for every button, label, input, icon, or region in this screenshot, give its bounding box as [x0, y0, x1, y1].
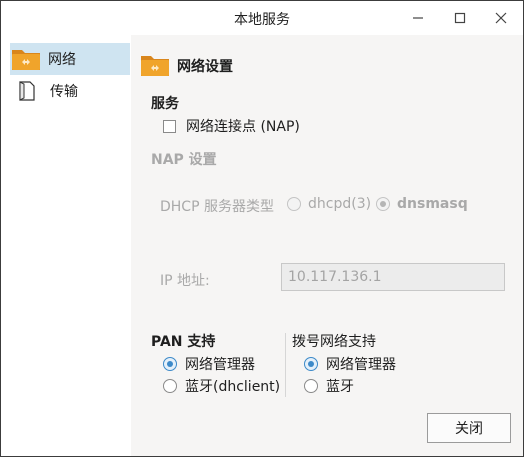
close-icon	[495, 12, 507, 24]
pan-network-manager-label: 网络管理器	[185, 357, 255, 373]
page-title: 网络设置	[177, 59, 233, 75]
document-icon	[19, 81, 35, 101]
maximize-button[interactable]	[445, 4, 475, 32]
minimize-icon	[413, 17, 423, 19]
nap-checkbox-label: 网络连接点 (NAP)	[186, 119, 300, 135]
close-button[interactable]: 关闭	[427, 413, 511, 443]
dhcpd-radio[interactable]	[287, 197, 301, 211]
dhcp-server-type-label: DHCP 服务器类型	[160, 199, 274, 215]
folder-icon	[141, 56, 169, 76]
pan-support-label: PAN 支持	[151, 334, 216, 350]
dnsmasq-radio[interactable]	[376, 197, 390, 211]
pan-bluetooth-dhclient-radio[interactable]	[163, 379, 177, 393]
pan-network-manager-option[interactable]: 网络管理器	[163, 354, 255, 374]
dialup-bluetooth-radio[interactable]	[304, 379, 318, 393]
dialup-support-label: 拨号网络支持	[292, 334, 376, 350]
services-label: 服务	[151, 96, 179, 112]
section-divider	[285, 333, 286, 397]
ip-address-label: IP 地址:	[160, 273, 210, 289]
pan-bluetooth-dhclient-option[interactable]: 蓝牙(dhclient)	[163, 376, 280, 396]
sidebar-item-label: 传输	[50, 84, 78, 100]
minimize-button[interactable]	[403, 4, 433, 32]
dialup-bluetooth-option[interactable]: 蓝牙	[304, 376, 354, 396]
dialup-bluetooth-label: 蓝牙	[326, 379, 354, 395]
dnsmasq-radio-label: dnsmasq	[397, 196, 468, 212]
sidebar-item-network[interactable]: 网络	[10, 43, 130, 75]
close-window-button[interactable]	[486, 4, 516, 32]
dhcpd-radio-label: dhcpd(3)	[308, 196, 372, 212]
nap-checkbox-row[interactable]: 网络连接点 (NAP)	[163, 116, 300, 136]
dnsmasq-radio-option[interactable]: dnsmasq	[376, 196, 468, 212]
maximize-icon	[454, 12, 466, 24]
pan-bluetooth-dhclient-label: 蓝牙(dhclient)	[185, 379, 281, 395]
sidebar-item-label: 网络	[48, 52, 76, 68]
settings-panel: 网络设置 服务 网络连接点 (NAP) NAP 设置 DHCP 服务器类型 dh…	[131, 35, 523, 456]
nap-settings-label: NAP 设置	[151, 152, 217, 168]
sidebar: 网络 传输	[1, 35, 131, 456]
folder-icon	[12, 50, 40, 70]
title-bar: 本地服务	[1, 1, 523, 35]
ip-address-field[interactable]: 10.117.136.1	[281, 263, 505, 291]
dhcpd-radio-option[interactable]: dhcpd(3)	[287, 196, 371, 212]
pan-network-manager-radio[interactable]	[163, 357, 177, 371]
sidebar-item-transfer[interactable]: 传输	[10, 75, 130, 107]
nap-checkbox[interactable]	[163, 119, 176, 133]
dialup-network-manager-radio[interactable]	[304, 357, 318, 371]
dialup-network-manager-option[interactable]: 网络管理器	[304, 354, 396, 374]
dialup-network-manager-label: 网络管理器	[326, 357, 396, 373]
local-services-window: 本地服务 网络 传输 网络设置 服务 网络连接点 (NAP) NAP 设置 DH…	[0, 0, 524, 457]
